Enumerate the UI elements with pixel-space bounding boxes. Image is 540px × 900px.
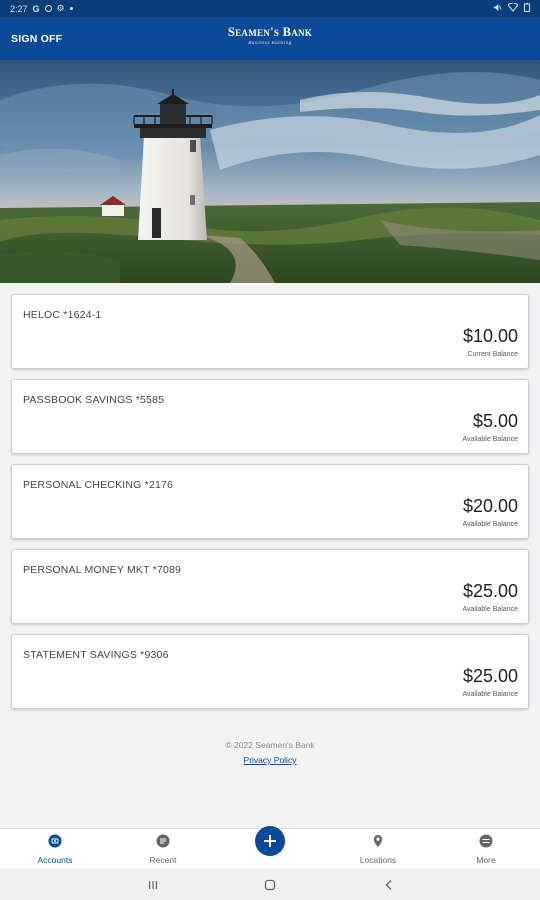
account-card-personal-money-mkt[interactable]: PERSONAL MONEY MKT *7089 $25.00 Availabl… bbox=[11, 549, 529, 624]
privacy-policy-link[interactable]: Privacy Policy bbox=[244, 755, 297, 765]
nav-locations[interactable]: Locations bbox=[338, 829, 418, 870]
nav-more[interactable]: More bbox=[446, 829, 526, 870]
nav-accounts[interactable]: Accounts bbox=[15, 829, 95, 870]
wifi-icon bbox=[507, 2, 519, 14]
mute-icon bbox=[493, 3, 502, 14]
app-header: SIGN OFF Seamen's Bank Business Banking bbox=[0, 17, 540, 60]
account-balance: $5.00 bbox=[472, 411, 518, 431]
account-balance: $20.00 bbox=[462, 496, 518, 516]
account-card-personal-checking[interactable]: PERSONAL CHECKING *2176 $20.00 Available… bbox=[11, 464, 529, 539]
account-name: PASSBOOK SAVINGS *5585 bbox=[23, 394, 165, 406]
account-name: PERSONAL MONEY MKT *7089 bbox=[23, 564, 182, 576]
location-pin-icon bbox=[373, 835, 383, 847]
nav-recent[interactable]: Recent bbox=[123, 829, 203, 870]
system-nav-bar bbox=[0, 869, 540, 900]
account-balance-label: Available Balance bbox=[462, 606, 518, 613]
status-bar: 2:27 G ⚙ bbox=[0, 0, 540, 17]
nav-label-more: More bbox=[476, 855, 496, 865]
nav-label-recent: Recent bbox=[149, 855, 177, 865]
account-card-heloc[interactable]: HELOC *1624-1 $10.00 Current Balance bbox=[11, 294, 529, 369]
bank-logo: Seamen's Bank Business Banking bbox=[0, 25, 540, 46]
account-balance: $25.00 bbox=[462, 666, 518, 686]
add-action-button[interactable] bbox=[255, 826, 285, 856]
account-balance-label: Current Balance bbox=[467, 351, 518, 358]
logo-subtext: Business Banking bbox=[248, 41, 292, 46]
account-name: STATEMENT SAVINGS *9306 bbox=[23, 649, 169, 661]
notification-icon bbox=[44, 5, 52, 12]
account-balance: $25.00 bbox=[462, 581, 518, 601]
copyright-text: © 2022 Seamen's Bank bbox=[225, 740, 315, 750]
google-icon: G bbox=[32, 3, 40, 14]
account-balance: $10.00 bbox=[462, 326, 518, 346]
account-balance-label: Available Balance bbox=[462, 436, 518, 443]
account-card-passbook-savings[interactable]: PASSBOOK SAVINGS *5585 $5.00 Available B… bbox=[11, 379, 529, 454]
account-balance-label: Available Balance bbox=[462, 691, 518, 698]
account-name: PERSONAL CHECKING *2176 bbox=[23, 479, 174, 491]
nav-label-accounts: Accounts bbox=[37, 855, 73, 865]
recent-icon bbox=[156, 834, 170, 848]
account-card-statement-savings[interactable]: STATEMENT SAVINGS *9306 $25.00 Available… bbox=[11, 634, 529, 709]
home-icon[interactable] bbox=[263, 878, 277, 892]
recent-apps-icon[interactable] bbox=[146, 878, 160, 892]
plus-icon bbox=[264, 835, 276, 847]
dot-icon bbox=[69, 7, 73, 10]
footer: © 2022 Seamen's Bank Privacy Policy bbox=[0, 740, 540, 768]
settings-gear-icon: ⚙ bbox=[56, 3, 65, 13]
accounts-icon bbox=[48, 834, 62, 848]
accounts-list: HELOC *1624-1 $10.00 Current Balance PAS… bbox=[11, 294, 529, 719]
hero-lighthouse-image bbox=[0, 60, 540, 283]
back-icon[interactable] bbox=[382, 878, 396, 892]
nav-label-locations: Locations bbox=[359, 855, 397, 865]
account-name: HELOC *1624-1 bbox=[23, 309, 102, 321]
status-time: 2:27 bbox=[10, 3, 28, 14]
logo-text: Seamen's Bank bbox=[227, 25, 313, 39]
more-icon bbox=[479, 834, 493, 848]
battery-icon bbox=[524, 3, 530, 14]
account-balance-label: Available Balance bbox=[462, 521, 518, 528]
